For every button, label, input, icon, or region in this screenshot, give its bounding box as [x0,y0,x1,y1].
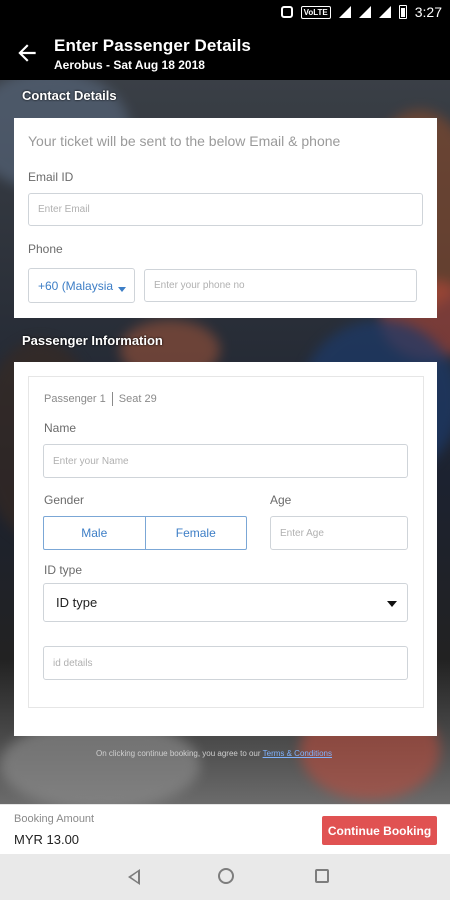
name-placeholder: Enter your Name [53,455,129,467]
name-field[interactable]: Enter your Name [43,444,408,478]
nav-back-icon[interactable] [128,869,140,885]
booking-amount-value: MYR 13.00 [14,832,80,847]
status-bar: VoLTE 3:27 [0,0,450,26]
nav-recents-icon[interactable] [315,869,329,883]
country-code-select[interactable]: +60 (Malaysia [28,268,135,303]
wifi-icon [338,6,351,18]
id-type-value: ID type [56,595,98,610]
phone-field[interactable]: Enter your phone no [144,269,417,302]
contact-section-label: Contact Details [22,88,117,103]
gender-male-button[interactable]: Male [44,517,145,549]
app-bar: Enter Passenger Details Aerobus - Sat Au… [0,26,450,80]
gender-label: Gender [44,493,85,507]
passenger-seat-header: Passenger 1 Seat 29 [44,392,157,406]
email-placeholder: Enter Email [38,204,90,215]
page-subtitle: Aerobus - Sat Aug 18 2018 [54,58,205,72]
passenger-number: Passenger 1 [44,393,106,405]
phone-label: Phone [28,242,63,256]
volte-badge: VoLTE [300,5,331,19]
id-details-field[interactable]: id details [43,646,408,680]
passenger-section-label: Passenger Information [22,333,163,348]
age-label: Age [270,493,292,507]
chevron-down-icon [118,287,126,292]
gender-female-button[interactable]: Female [144,517,247,549]
age-placeholder: Enter Age [280,527,324,539]
email-field[interactable]: Enter Email [28,193,423,226]
id-details-placeholder: id details [53,657,93,669]
phone-placeholder: Enter your phone no [154,280,245,291]
vibrate-icon [280,6,293,18]
booking-amount-label: Booking Amount [14,813,95,825]
seat-number: Seat 29 [118,393,157,405]
terms-link[interactable]: Terms & Conditions [263,749,332,758]
country-code-value: +60 (Malaysia [38,278,114,293]
system-nav-bar [0,854,450,900]
nav-home-icon[interactable] [218,868,234,884]
contact-hint: Your ticket will be sent to the below Em… [28,133,341,149]
age-field[interactable]: Enter Age [270,516,408,550]
id-type-select[interactable]: ID type [43,583,408,622]
page-title: Enter Passenger Details [54,36,251,55]
continue-booking-button[interactable]: Continue Booking [322,816,437,845]
status-time: 3:27 [414,4,442,20]
battery-icon [398,5,407,19]
email-label: Email ID [28,170,74,184]
booking-bar: Booking Amount MYR 13.00 Continue Bookin… [0,804,450,854]
divider [111,392,113,406]
name-label: Name [44,421,77,435]
back-arrow-icon[interactable] [14,40,40,66]
terms-text: On clicking continue booking, you agree … [96,749,332,758]
terms-prefix: On clicking continue booking, you agree … [96,749,261,758]
signal-2-icon [378,6,391,18]
gender-toggle: Male Female [43,516,247,550]
signal-icon [358,6,371,18]
dropdown-arrow-icon [387,601,397,607]
id-type-label: ID type [44,563,83,577]
status-icons: VoLTE 3:27 [280,4,442,20]
